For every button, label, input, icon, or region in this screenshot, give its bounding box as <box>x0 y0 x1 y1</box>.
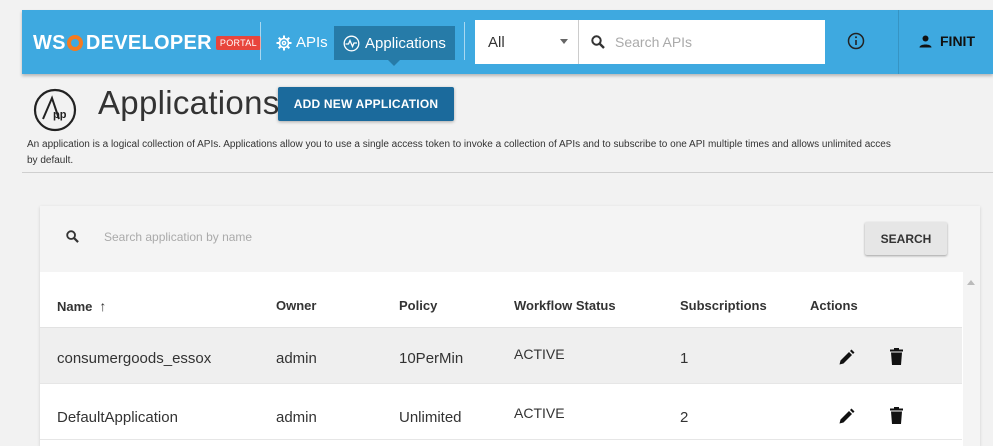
search-icon <box>591 35 605 49</box>
search-icon <box>66 230 79 243</box>
scroll-up-arrow-icon[interactable] <box>967 280 975 285</box>
cell-subscriptions: 1 <box>680 350 689 367</box>
api-search-input[interactable] <box>613 33 807 51</box>
user-name: FINIT <box>940 33 975 49</box>
application-search-bar: SEARCH <box>40 206 980 272</box>
column-header-actions: Actions <box>810 298 858 313</box>
column-header-name[interactable]: Name ↑ <box>57 298 106 314</box>
nav-apis-label: APIs <box>296 34 328 51</box>
cell-policy: 10PerMin <box>399 350 464 367</box>
column-header-owner[interactable]: Owner <box>276 298 316 313</box>
cell-name[interactable]: consumergoods_essox <box>57 350 211 367</box>
application-search-input[interactable] <box>102 229 406 245</box>
filter-value: All <box>488 33 505 51</box>
cell-status: ACTIVE <box>514 405 565 421</box>
search-button[interactable]: SEARCH <box>865 222 947 255</box>
column-header-subscriptions[interactable]: Subscriptions <box>680 298 767 313</box>
nav-divider <box>260 22 261 60</box>
developer-portal-logo[interactable]: WS DEVELOPER PORTAL <box>33 31 261 55</box>
page-title: Applications <box>98 84 280 121</box>
logo-ws-text: WS <box>33 31 66 54</box>
gear-icon <box>276 35 292 50</box>
add-new-application-button[interactable]: ADD NEW APPLICATION <box>278 87 454 121</box>
table-scrollbar[interactable] <box>963 272 980 446</box>
column-label: Name <box>57 298 93 314</box>
header-divider <box>22 172 993 173</box>
info-icon[interactable] <box>847 32 865 50</box>
logo-portal-badge: PORTAL <box>215 36 261 50</box>
cell-policy: Unlimited <box>399 409 462 426</box>
nav-applications[interactable]: Applications <box>334 26 455 66</box>
logo-developer-text: DEVELOPER <box>85 31 212 54</box>
nav-divider <box>464 22 465 60</box>
table-header: Name ↑ Owner Policy Workflow Status Subs… <box>40 272 962 328</box>
column-header-policy[interactable]: Policy <box>399 298 437 313</box>
svg-text:pp: pp <box>53 109 67 121</box>
logo-o2-icon <box>66 35 83 51</box>
nav-divider <box>898 10 899 74</box>
sort-ascending-icon: ↑ <box>99 298 107 314</box>
cell-status: ACTIVE <box>514 346 565 362</box>
nav-applications-label: Applications <box>365 34 446 52</box>
nav-apis[interactable]: APIs <box>276 34 328 51</box>
user-menu[interactable]: FINIT <box>919 33 975 49</box>
table-row[interactable]: consumergoods_essox admin 10PerMin ACTIV… <box>40 328 962 384</box>
cell-name[interactable]: DefaultApplication <box>57 409 178 426</box>
cell-subscriptions: 2 <box>680 409 689 426</box>
page-description: An application is a logical collection o… <box>27 137 993 169</box>
api-filter-select[interactable]: All <box>475 20 579 64</box>
column-header-workflow-status[interactable]: Workflow Status <box>514 298 616 313</box>
top-app-bar: WS DEVELOPER PORTAL APIs Applications Al… <box>22 10 993 74</box>
cell-owner: admin <box>276 409 317 426</box>
table-row[interactable]: DefaultApplication admin Unlimited ACTIV… <box>40 384 962 440</box>
api-search-box <box>579 20 825 64</box>
activity-icon <box>343 35 360 51</box>
delete-icon[interactable] <box>890 348 903 365</box>
edit-icon[interactable] <box>838 408 855 425</box>
edit-icon[interactable] <box>838 349 855 366</box>
cell-owner: admin <box>276 350 317 367</box>
applications-logo-icon: pp <box>33 88 77 132</box>
dropdown-caret-icon <box>560 39 568 44</box>
applications-table-card: SEARCH Name ↑ Owner Policy Workflow Stat… <box>40 206 980 446</box>
user-icon <box>919 35 932 47</box>
description-line-2: by default. <box>27 155 74 166</box>
description-line-1: An application is a logical collection o… <box>27 139 891 150</box>
delete-icon[interactable] <box>890 407 903 424</box>
